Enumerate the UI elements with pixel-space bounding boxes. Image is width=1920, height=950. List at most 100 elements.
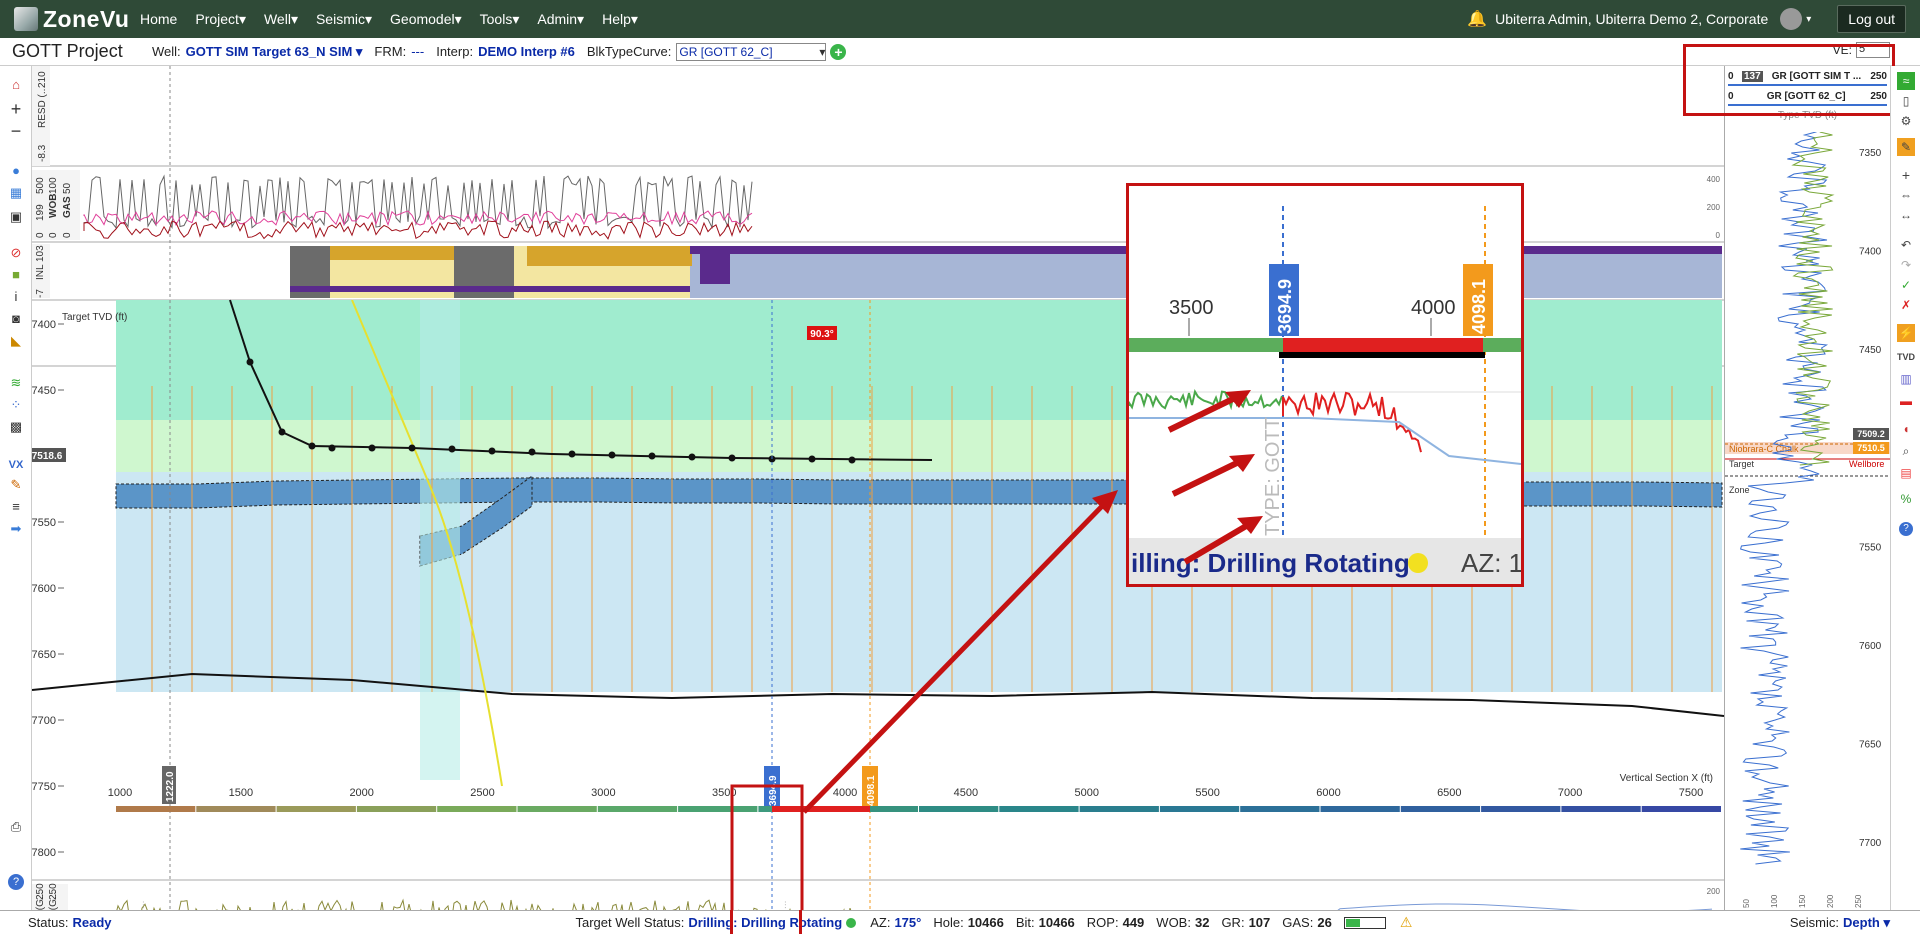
correlation-color-bar bbox=[116, 806, 1721, 812]
xtick-label: 4000 bbox=[833, 787, 857, 799]
nav-home[interactable]: Home bbox=[140, 11, 177, 27]
svg-text:200: 200 bbox=[1707, 203, 1721, 212]
page-icon[interactable]: ▯ bbox=[1897, 92, 1915, 110]
colorbar-segment bbox=[437, 806, 517, 812]
zoom-status-dot bbox=[1408, 553, 1428, 573]
mosaic-icon[interactable]: ▩ bbox=[6, 418, 26, 436]
chevron-down-icon[interactable]: ▾ bbox=[1806, 14, 1811, 25]
xtick-label: 5500 bbox=[1195, 787, 1219, 799]
print-icon[interactable]: ⎙ bbox=[6, 818, 26, 836]
nav-geomodel[interactable]: Geomodel▾ bbox=[390, 11, 462, 28]
expand-icon[interactable]: ↔ bbox=[1897, 206, 1915, 224]
warning-icon[interactable]: ⚠ bbox=[1400, 914, 1413, 931]
colorbar-segment bbox=[1481, 806, 1561, 812]
zoom-marker-orange: 4098.1 bbox=[1463, 264, 1493, 336]
wob-value: 32 bbox=[1194, 915, 1210, 930]
type-log-marker-1: 7509.2 bbox=[1853, 428, 1889, 440]
marker-orange[interactable]: 4098.1 bbox=[862, 766, 878, 808]
tvd-icon[interactable]: TVD bbox=[1897, 348, 1915, 366]
svg-text:90.3°: 90.3° bbox=[810, 329, 833, 340]
nav-project[interactable]: Project▾ bbox=[195, 11, 246, 28]
bell-icon[interactable]: 🔔 bbox=[1467, 9, 1487, 29]
zoom-out-icon[interactable]: − bbox=[6, 122, 26, 140]
logout-button[interactable]: Log out bbox=[1837, 5, 1906, 33]
survey-point bbox=[648, 452, 656, 460]
cancel-icon[interactable]: ✗ bbox=[1897, 296, 1915, 314]
search-icon[interactable]: ⌕ bbox=[1897, 442, 1915, 460]
ytick-label: 7650 bbox=[32, 649, 56, 661]
survey-point bbox=[608, 451, 616, 459]
redo-icon[interactable]: ↷ bbox=[1897, 256, 1915, 274]
layers-icon[interactable]: ≋ bbox=[6, 374, 26, 392]
fit-icon[interactable]: ⇔ bbox=[1897, 186, 1915, 204]
type-log-xtick: 100 bbox=[1770, 894, 1779, 908]
nav-well[interactable]: Well▾ bbox=[264, 11, 298, 28]
compass-icon[interactable]: ● bbox=[6, 162, 26, 180]
layers-tool-icon[interactable]: ≈ bbox=[1897, 72, 1915, 90]
bottom-strip bbox=[0, 934, 1920, 950]
user-name[interactable]: Ubiterra Admin, Ubiterra Demo 2, Corpora… bbox=[1495, 11, 1768, 27]
nav-help[interactable]: Help▾ bbox=[602, 11, 638, 28]
svg-text:WOB: WOB bbox=[48, 194, 59, 218]
well-selector[interactable]: GOTT SIM Target 63_N SIM ▾ bbox=[186, 44, 363, 60]
bars-icon[interactable]: ▥ bbox=[1897, 370, 1915, 388]
zoom-in-icon[interactable]: + bbox=[6, 100, 26, 118]
dots-icon[interactable]: ⁘ bbox=[6, 396, 26, 414]
curve-select[interactable]: GR [GOTT 62_C] ▾ bbox=[676, 42, 827, 61]
ytick-label: 7700 bbox=[32, 715, 56, 727]
undo-icon[interactable]: ↶ bbox=[1897, 236, 1915, 254]
bolt-icon[interactable]: ⚡ bbox=[1897, 324, 1915, 342]
bit-label: Bit: bbox=[1015, 915, 1035, 930]
home-icon[interactable]: ⌂ bbox=[6, 76, 26, 94]
gr-tick-200: 200 bbox=[1707, 887, 1721, 896]
xtick-label: 7500 bbox=[1679, 787, 1703, 799]
help-icon[interactable]: ? bbox=[8, 874, 24, 890]
wob-label: WOB: bbox=[1156, 915, 1191, 930]
type-label-mid: TYPE: GOTT ... bbox=[778, 901, 789, 910]
no-icon[interactable]: ⊘ bbox=[6, 244, 26, 262]
red-block-icon[interactable]: ▬ bbox=[1897, 392, 1915, 410]
camera-icon[interactable]: ◙ bbox=[6, 310, 26, 328]
lines-icon[interactable]: ≡ bbox=[6, 498, 26, 516]
edit-icon[interactable]: ✎ bbox=[1897, 138, 1915, 156]
nav-admin[interactable]: Admin▾ bbox=[537, 11, 584, 28]
3d-icon[interactable]: ▣ bbox=[6, 208, 26, 226]
check-icon[interactable]: ✓ bbox=[1897, 276, 1915, 294]
colorbar-segment bbox=[999, 806, 1079, 812]
help-right-icon[interactable]: ? bbox=[1899, 522, 1913, 536]
info-icon[interactable]: i bbox=[6, 288, 26, 306]
avatar[interactable] bbox=[1780, 8, 1803, 30]
add-curve-button[interactable]: + bbox=[830, 43, 847, 60]
cube-icon[interactable]: ■ bbox=[6, 266, 26, 284]
crosshair-icon[interactable]: + bbox=[1897, 166, 1915, 184]
gear-icon[interactable]: ⚙ bbox=[1897, 112, 1915, 130]
bit-value: 10466 bbox=[1038, 915, 1075, 930]
zoom-tick-4000: 4000 bbox=[1411, 297, 1456, 319]
grid-icon[interactable]: ▦ bbox=[6, 184, 26, 202]
palette-icon[interactable]: ▤ bbox=[1897, 464, 1915, 482]
type-log-panel[interactable]: 73507400745075007550760076507700 Niobrar… bbox=[1683, 44, 1895, 910]
frm-value[interactable]: --- bbox=[411, 44, 424, 59]
ytick-label: 7450 bbox=[32, 385, 56, 397]
nav-seismic[interactable]: Seismic▾ bbox=[316, 11, 372, 28]
nav-tools[interactable]: Tools▾ bbox=[480, 11, 520, 28]
ruler-icon[interactable]: ◣ bbox=[6, 332, 26, 350]
colorbar-segment bbox=[678, 806, 758, 812]
pencil-icon[interactable]: ✎ bbox=[6, 476, 26, 494]
arrow-right-icon[interactable]: ➡ bbox=[6, 520, 26, 538]
seismic-select[interactable]: Depth ▾ bbox=[1843, 915, 1890, 931]
xtick-label: 6000 bbox=[1316, 787, 1340, 799]
vx-icon[interactable]: VX bbox=[6, 456, 26, 474]
svg-text:-7: -7 bbox=[35, 289, 46, 298]
magnet-icon[interactable]: ◖ bbox=[1897, 420, 1915, 438]
marker-grey[interactable]: 1222.0 bbox=[162, 766, 176, 804]
xtick-label: 2500 bbox=[470, 787, 494, 799]
colorbar-segment bbox=[196, 806, 276, 812]
percent-icon[interactable]: % bbox=[1897, 490, 1915, 508]
status-label: Status: bbox=[28, 915, 69, 930]
svg-text:TYPE: GOTT: TYPE: GOTT bbox=[1262, 417, 1284, 536]
right-toolbar: ≈ ▯ ⚙ ✎ + ⇔ ↔ ↶ ↷ ✓ ✗ ⚡ TVD ▥ ▬ ◖ ⌕ ▤ % … bbox=[1890, 66, 1920, 910]
svg-text:4098.1: 4098.1 bbox=[1469, 279, 1489, 334]
interp-value[interactable]: DEMO Interp #6 bbox=[478, 44, 575, 59]
zonevu-logo[interactable]: ZoneVu bbox=[14, 6, 140, 33]
